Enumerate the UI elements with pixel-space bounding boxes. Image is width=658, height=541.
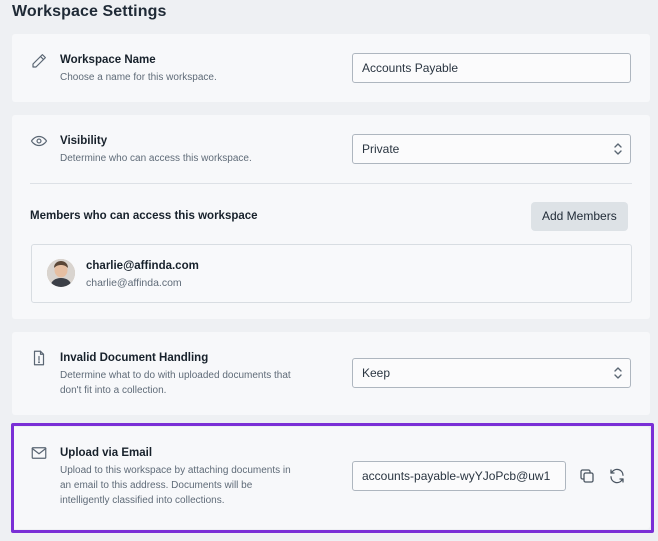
invalid-docs-select[interactable]: Keep	[352, 358, 631, 388]
upload-email-description-line2: an email to this address. Documents will…	[60, 480, 253, 491]
file-alert-icon	[30, 349, 48, 367]
workspace-name-input[interactable]: Accounts Payable	[352, 53, 631, 83]
section-divider	[30, 183, 632, 184]
invalid-docs-select-value: Keep	[362, 366, 391, 380]
visibility-card: Visibility Determine who can access this…	[12, 115, 650, 319]
members-title: Members who can access this workspace	[30, 210, 258, 222]
upload-email-description-line3: intelligently classified into collection…	[60, 495, 225, 506]
member-name: charlie@affinda.com	[86, 260, 199, 272]
member-list: charlie@affinda.com charlie@affinda.com	[31, 244, 632, 303]
member-email: charlie@affinda.com	[86, 277, 182, 289]
invalid-docs-card: Invalid Document Handling Determine what…	[12, 332, 650, 415]
visibility-title: Visibility	[60, 135, 108, 147]
upload-email-card: Upload via Email Upload to this workspac…	[12, 427, 650, 529]
pencil-icon	[30, 52, 48, 70]
copy-icon[interactable]	[577, 466, 597, 486]
refresh-icon[interactable]	[607, 466, 627, 486]
workspace-name-title: Workspace Name	[60, 54, 156, 66]
visibility-select-value: Private	[362, 142, 400, 156]
mail-icon	[30, 444, 48, 462]
invalid-docs-description-line1: Determine what to do with uploaded docum…	[60, 370, 291, 381]
upload-email-title: Upload via Email	[60, 447, 153, 459]
chevron-up-down-icon	[612, 141, 624, 157]
visibility-description: Determine who can access this workspace.	[60, 153, 252, 164]
invalid-docs-description-line2: don't fit into a collection.	[60, 385, 167, 396]
visibility-select[interactable]: Private	[352, 134, 631, 164]
page-title: Workspace Settings	[12, 3, 167, 20]
avatar	[47, 259, 75, 287]
upload-email-description-line1: Upload to this workspace by attaching do…	[60, 465, 291, 476]
workspace-name-card: Workspace Name Choose a name for this wo…	[12, 34, 650, 102]
invalid-docs-title: Invalid Document Handling	[60, 352, 209, 364]
chevron-up-down-icon	[612, 365, 624, 381]
add-members-button[interactable]: Add Members	[531, 202, 628, 231]
eye-icon	[30, 132, 48, 150]
workspace-name-description: Choose a name for this workspace.	[60, 72, 217, 83]
upload-email-address-field[interactable]: accounts-payable-wyYJoPcb@uw1	[352, 461, 566, 491]
